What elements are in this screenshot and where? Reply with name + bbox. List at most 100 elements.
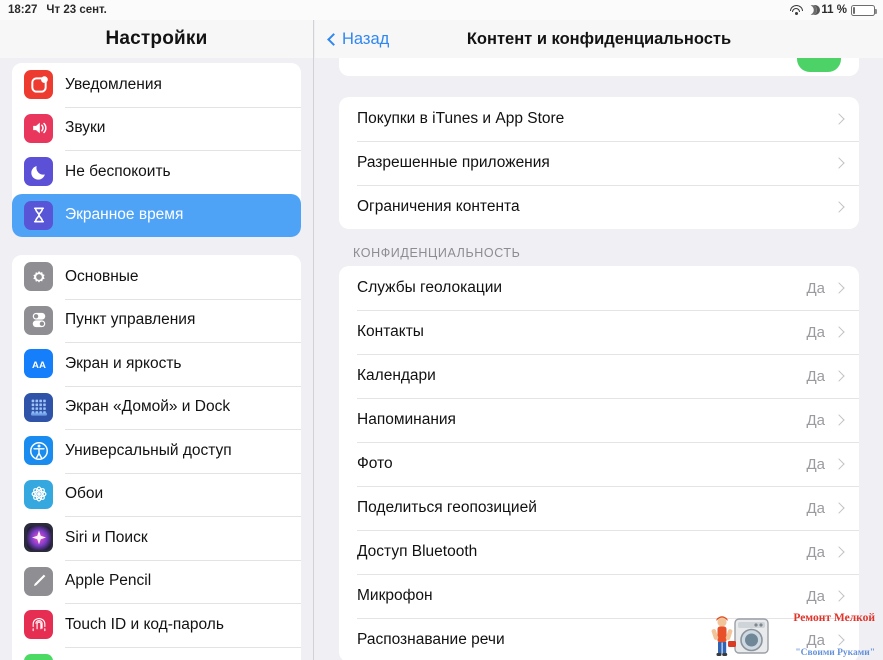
general-gear-icon [24,262,53,292]
sidebar-item-general-gear[interactable]: Основные [12,255,301,299]
settings-row-label: Напоминания [357,411,456,428]
settings-row[interactable]: Ограничения контента [339,185,859,229]
settings-row[interactable]: Покупки в iTunes и App Store [339,97,859,141]
control-center-icon [24,305,53,335]
ipad-settings-screen: 18:27 Чт 23 сент. 11 % Настройки Уведомл… [0,0,883,660]
partial-row-above[interactable] [339,58,859,76]
settings-row[interactable]: Микрофон Да [339,574,859,618]
settings-row-label: Распознавание речи [357,631,505,648]
status-time: 18:27 [8,4,38,16]
sidebar-item-label: Экран «Домой» и Dock [65,398,231,416]
settings-row[interactable]: Контакты Да [339,310,859,354]
status-date: Чт 23 сент. [46,4,107,16]
chevron-right-icon [833,282,845,294]
sidebar-item-wallpaper[interactable]: Обои [12,472,301,516]
sidebar-item-label: Не беспокоить [65,162,171,180]
settings-row[interactable]: Службы геолокации Да [339,266,859,310]
sidebar-group-2: Основные Пункт управления AA Экран и яркост… [12,255,301,660]
sidebar-item-apple-pencil[interactable]: Apple Pencil [12,559,301,603]
sidebar-item-label: Обои [65,485,104,503]
accessibility-icon [24,436,53,466]
sidebar-item-label: Уведомления [65,75,162,93]
sidebar-item-label: Экран и яркость [65,354,182,372]
battery-icon [851,4,878,16]
sidebar-group-1: Уведомления Звуки Не беспокоить Экранное вр… [12,63,301,237]
settings-row-value: Да [806,543,825,561]
settings-row-label: Поделиться геопозицией [357,499,537,516]
chevron-right-icon [833,326,845,338]
settings-row-value: Да [806,323,825,341]
chevron-right-icon [833,157,845,169]
settings-row-value: Да [806,367,825,385]
sidebar-item-sounds[interactable]: Звуки [12,106,301,150]
settings-row[interactable]: Доступ Bluetooth Да [339,530,859,574]
detail-scroll-area[interactable]: Покупки в iTunes и App Store Разрешенные … [315,58,883,660]
sidebar-item-label: Apple Pencil [65,572,152,590]
settings-row-label: Покупки в iTunes и App Store [357,110,565,127]
sidebar-item-home-screen-dock[interactable]: Экран «Домой» и Dock [12,385,301,429]
wifi-icon [789,4,803,16]
sounds-icon [24,113,53,143]
sidebar-item-screen-time[interactable]: Экранное время [12,193,301,237]
moon-icon [807,5,817,15]
settings-row[interactable]: Поделиться геопозицией Да [339,486,859,530]
chevron-right-icon [833,201,845,213]
screen-time-icon [24,200,53,230]
settings-row-value: Да [806,499,825,517]
settings-row[interactable]: Разрешенные приложения [339,141,859,185]
sidebar-groups: Уведомления Звуки Не беспокоить Экранное вр… [0,63,313,660]
toggle-switch-on[interactable] [797,58,841,72]
detail-group-1: Покупки в iTunes и App Store Разрешенные … [339,97,859,229]
settings-row[interactable]: Распознавание речи Да [339,618,859,660]
sidebar-item-label: Основные [65,267,139,285]
settings-row-label: Доступ Bluetooth [357,543,478,560]
chevron-right-icon [833,370,845,382]
chevron-right-icon [833,590,845,602]
notifications-icon [24,70,53,100]
settings-row-value: Да [806,411,825,429]
settings-row-label: Ограничения контента [357,198,520,215]
sidebar-item-accessibility[interactable]: Универсальный доступ [12,429,301,473]
svg-text:AA: AA [32,360,46,371]
home-screen-dock-icon [24,392,53,422]
sidebar-item-display-brightness[interactable]: AA Экран и яркость [12,342,301,386]
settings-row-value: Да [806,279,825,297]
settings-row[interactable]: Напоминания Да [339,398,859,442]
battery-percent-label: 11 % [821,4,847,16]
sidebar-item-do-not-disturb[interactable]: Не беспокоить [12,150,301,194]
settings-row-label: Календари [357,367,436,384]
sidebar-item-notifications[interactable]: Уведомления [12,63,301,107]
sidebar-item-label: Универсальный доступ [65,441,232,459]
wallpaper-icon [24,479,53,509]
sidebar-item-label: Экранное время [65,206,184,224]
sidebar-item-control-center[interactable]: Пункт управления [12,298,301,342]
settings-row-label: Разрешенные приложения [357,154,550,171]
detail-group-2: Службы геолокации Да Контакты Да Календари Да… [339,266,859,660]
settings-row-value: Да [806,631,825,649]
touch-id-icon [24,610,53,640]
sidebar-item-battery-settings[interactable]: Аккумулятор [12,646,301,660]
settings-row-label: Службы геолокации [357,279,503,296]
detail-title: Контент и конфиденциальность [466,29,732,48]
settings-row[interactable]: Календари Да [339,354,859,398]
settings-row-label: Фото [357,455,393,472]
settings-row-value: Да [806,587,825,605]
detail-panel: Назад Контент и конфиденциальность Покуп… [315,20,883,660]
chevron-right-icon [833,502,845,514]
sidebar-item-siri[interactable]: Siri и Поиск [12,516,301,560]
settings-row-label: Контакты [357,323,424,340]
display-brightness-icon: AA [24,349,53,379]
chevron-right-icon [833,458,845,470]
sidebar-item-touch-id[interactable]: Touch ID и код-пароль [12,603,301,647]
status-bar: 18:27 Чт 23 сент. 11 % [0,0,883,20]
chevron-left-icon [327,32,340,46]
chevron-right-icon [833,546,845,558]
do-not-disturb-icon [24,157,53,187]
detail-groups: Покупки в iTunes и App Store Разрешенные … [315,97,883,660]
settings-row[interactable]: Фото Да [339,442,859,486]
sidebar-item-label: Touch ID и код-пароль [65,615,224,633]
back-button[interactable]: Назад [327,30,389,49]
sidebar-item-label: Звуки [65,119,106,137]
siri-icon [24,523,53,553]
settings-row-value: Да [806,455,825,473]
